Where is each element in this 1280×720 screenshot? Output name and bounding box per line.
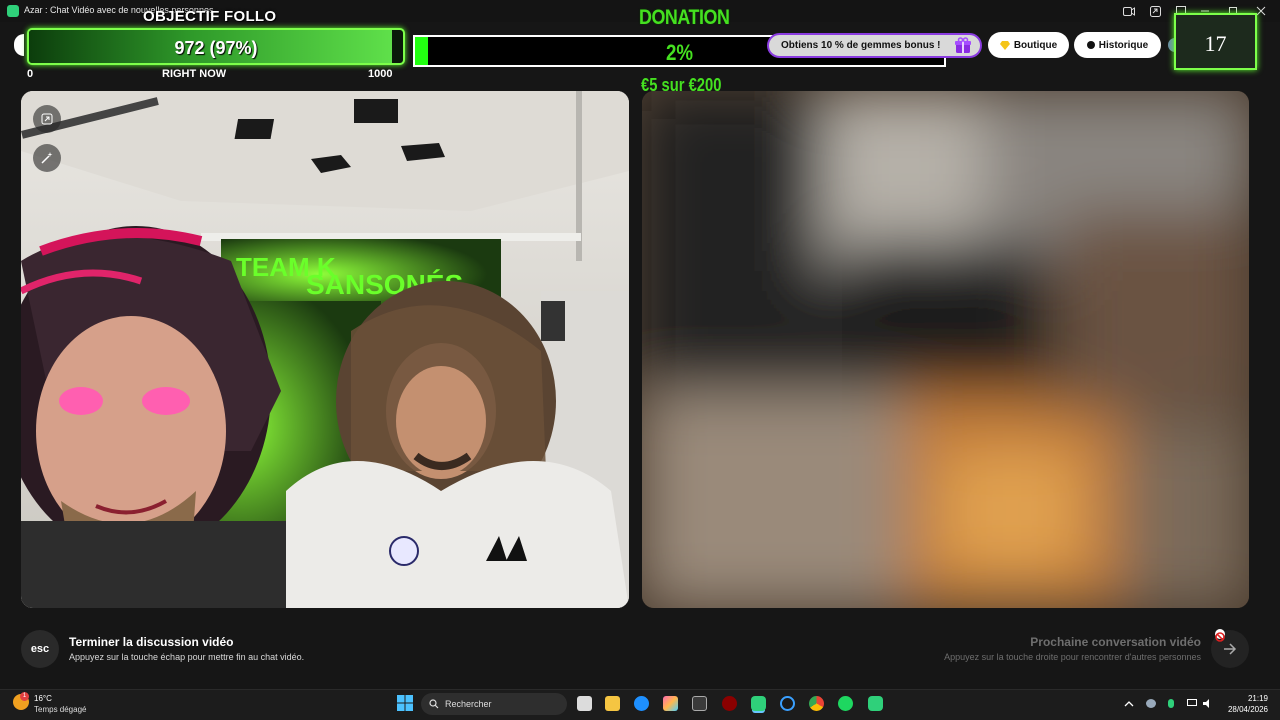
weather-badge: 1 — [20, 692, 29, 701]
local-video-image: TEAM K SANSONÉS — [21, 91, 629, 608]
app-red-icon[interactable] — [722, 696, 737, 711]
store-icon[interactable] — [692, 696, 707, 711]
windows-start-icon[interactable] — [397, 695, 413, 711]
weather-temperature[interactable]: 16°C — [34, 694, 52, 703]
counter-widget: 17 — [1174, 13, 1257, 70]
camera-icon[interactable] — [1118, 2, 1140, 20]
history-label: Historique — [1098, 39, 1149, 51]
shop-button[interactable]: Boutique — [988, 32, 1069, 58]
copilot-icon[interactable] — [663, 696, 678, 711]
gem-icon — [999, 40, 1010, 50]
clock-icon — [1086, 41, 1095, 49]
goal-value: 972 (97%) — [174, 38, 258, 58]
expand-icon — [41, 113, 53, 125]
goal-max-label: 1000 — [368, 68, 393, 80]
shop-label: Boutique — [1013, 39, 1058, 51]
next-chat-title: Prochaine conversation vidéo — [1030, 635, 1201, 649]
expand-button[interactable] — [33, 105, 61, 133]
remote-video-feed — [642, 91, 1249, 608]
app-icon — [7, 5, 19, 17]
file-explorer-icon[interactable] — [605, 696, 620, 711]
tray-cloud-icon[interactable] — [1146, 699, 1156, 708]
donation-progress-fill — [415, 37, 429, 65]
next-chat-hint: Appuyez sur la touche droite pour rencon… — [944, 652, 1201, 662]
display-icon[interactable] — [1187, 699, 1197, 708]
task-view-icon[interactable] — [577, 696, 592, 711]
tray-chevron-icon[interactable] — [1124, 699, 1134, 708]
goal-title: OBJECTIF FOLLO — [143, 8, 277, 25]
history-button[interactable]: Historique — [1074, 32, 1161, 58]
goal-mid-label: RIGHT NOW — [162, 68, 227, 80]
share-icon[interactable] — [1144, 2, 1166, 20]
search-icon — [429, 699, 439, 709]
c-app-icon[interactable] — [780, 696, 795, 711]
volume-icon[interactable] — [1203, 699, 1213, 708]
end-chat-title: Terminer la discussion vidéo — [69, 635, 234, 649]
weather-description[interactable]: Temps dégagé — [34, 705, 86, 714]
app-green-icon[interactable] — [868, 696, 883, 711]
donation-title: DONATION — [639, 6, 730, 29]
effects-button[interactable] — [33, 144, 61, 172]
arrow-right-icon — [1224, 643, 1237, 655]
clock-time[interactable]: 21:19 — [1236, 694, 1268, 703]
counter-value: 17 — [1204, 31, 1227, 56]
search-placeholder: Rechercher — [445, 699, 492, 709]
goal-min-label: 0 — [27, 68, 34, 80]
spotify-icon[interactable] — [838, 696, 853, 711]
taskbar-search[interactable]: Rechercher — [421, 693, 567, 715]
chrome-icon[interactable] — [809, 696, 824, 711]
remote-video-blurred — [642, 91, 1249, 608]
azar-app-icon[interactable] — [751, 696, 766, 711]
bonus-gems-button[interactable]: Obtiens 10 % de gemmes bonus ! — [767, 33, 982, 58]
bonus-gems-label: Obtiens 10 % de gemmes bonus ! — [781, 40, 941, 51]
edge-icon[interactable] — [634, 696, 649, 711]
clock-date[interactable]: 28/04/2026 — [1216, 705, 1268, 714]
magic-wand-icon — [41, 152, 53, 164]
microphone-icon[interactable] — [1168, 699, 1174, 708]
goal-progress-bar: 972 (97%) — [27, 28, 405, 65]
local-video-feed: TEAM K SANSONÉS — [21, 91, 629, 608]
gift-icon — [955, 37, 971, 53]
block-icon — [1215, 629, 1225, 642]
sidebar-toggle[interactable] — [14, 34, 24, 56]
end-chat-button[interactable]: esc — [21, 630, 59, 668]
end-chat-hint: Appuyez sur la touche échap pour mettre … — [69, 652, 305, 662]
